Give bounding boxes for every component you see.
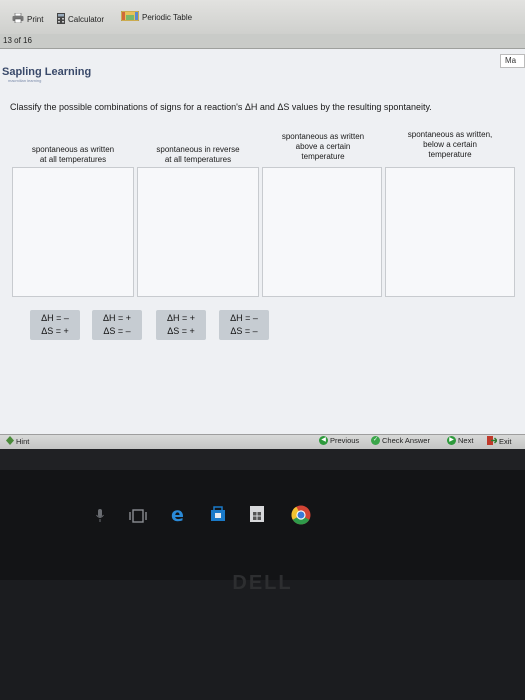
exit-icon [487, 436, 498, 447]
question-panel: Sapling Learning macmillan learning Ma C… [0, 49, 525, 434]
column-header-text: at all temperatures [39, 155, 107, 164]
printer-icon [12, 12, 24, 25]
arrow-left-icon: ◀ [319, 436, 328, 445]
exit-label: Exit [499, 437, 512, 446]
drop-zone-above-temperature[interactable] [262, 167, 382, 297]
dell-logo: DELL [232, 572, 293, 594]
delta-s-label: ΔS = – [103, 326, 131, 336]
sign-chip-3[interactable]: ΔH = + ΔS = + [156, 310, 206, 340]
sign-chip-4[interactable]: ΔH = – ΔS = – [219, 310, 269, 340]
exit-button[interactable]: Exit [487, 436, 512, 447]
top-right-button[interactable]: Ma [500, 54, 525, 68]
column-header-text: spontaneous as written [281, 132, 365, 141]
calculator-label: Calculator [68, 15, 105, 24]
delta-s-label: ΔS = + [167, 326, 195, 336]
top-toolbar: Print Calculator Periodic Table [0, 0, 525, 35]
delta-h-label: ΔH = + [166, 313, 196, 323]
task-view-icon[interactable] [129, 509, 147, 528]
calculator-button[interactable]: Calculator [57, 13, 104, 26]
microphone-icon[interactable] [96, 509, 104, 528]
print-button[interactable]: Print [12, 12, 44, 25]
previous-button[interactable]: ◀ Previous [319, 436, 359, 445]
svg-text:e: e [171, 505, 184, 523]
delta-s-label: ΔS = + [41, 326, 69, 336]
page-position: 13 of 16 [3, 36, 32, 45]
chrome-icon[interactable] [291, 505, 311, 530]
page-indicator-bar: 13 of 16 [0, 34, 525, 49]
next-label: Next [458, 436, 474, 445]
check-answer-button[interactable]: ✓ Check Answer [371, 436, 430, 445]
previous-label: Previous [330, 436, 360, 445]
windows-store-icon[interactable] [250, 506, 264, 527]
monitor-bezel [0, 580, 525, 700]
hint-label: Hint [16, 437, 30, 446]
column-header-1: spontaneous as written at all temperatur… [12, 145, 134, 165]
hint-icon [6, 436, 14, 447]
column-header-text: below a certain [423, 140, 477, 149]
hint-button[interactable]: Hint [6, 436, 29, 447]
column-header-text: temperature [301, 152, 345, 161]
delta-h-label: ΔH = – [41, 313, 69, 323]
drop-zone-spontaneous-forward[interactable] [12, 167, 134, 297]
column-header-text: spontaneous as written, [407, 130, 493, 139]
periodic-table-label: Periodic Table [142, 12, 193, 22]
column-header-3: spontaneous as written above a certain t… [262, 132, 384, 162]
periodic-table-button[interactable]: Periodic Table [120, 10, 193, 23]
check-answer-label: Check Answer [382, 436, 430, 445]
delta-h-label: ΔH = – [230, 313, 258, 323]
column-header-text: above a certain [295, 142, 351, 151]
brand-name: Sapling Learning [2, 66, 92, 78]
column-header-text: spontaneous as written [31, 145, 115, 154]
delta-h-label: ΔH = + [102, 313, 132, 323]
brand-tagline: macmillan learning [8, 78, 42, 83]
drop-zone-spontaneous-reverse[interactable] [137, 167, 259, 297]
delta-s-label: ΔS = – [230, 326, 258, 336]
column-header-4: spontaneous as written, below a certain … [386, 130, 514, 160]
column-header-text: at all temperatures [164, 155, 232, 164]
check-icon: ✓ [371, 436, 380, 445]
print-label: Print [27, 14, 44, 24]
column-header-text: temperature [428, 150, 472, 159]
periodic-table-icon [120, 10, 140, 23]
arrow-right-icon: ▶ [447, 436, 456, 445]
bottom-nav-bar: Hint ◀ Previous ✓ Check Answer ▶ Next Ex… [0, 434, 525, 450]
question-text: Classify the possible combinations of si… [10, 102, 432, 112]
sign-chip-1[interactable]: ΔH = – ΔS = + [30, 310, 80, 340]
calculator-icon [57, 13, 65, 26]
sapling-logo: Sapling Learning macmillan learning [2, 66, 91, 83]
screen-lower-area [0, 449, 525, 470]
column-header-text: spontaneous in reverse [156, 145, 240, 154]
next-button[interactable]: ▶ Next [447, 436, 473, 445]
store-bag-icon[interactable] [210, 506, 226, 527]
drop-zone-below-temperature[interactable] [385, 167, 515, 297]
column-header-2: spontaneous in reverse at all temperatur… [137, 145, 259, 165]
windows-taskbar: e [0, 470, 525, 580]
app-screen: Print Calculator Periodic Table 13 of 16… [0, 0, 525, 470]
edge-icon[interactable]: e [170, 504, 188, 528]
sign-chip-2[interactable]: ΔH = + ΔS = – [92, 310, 142, 340]
